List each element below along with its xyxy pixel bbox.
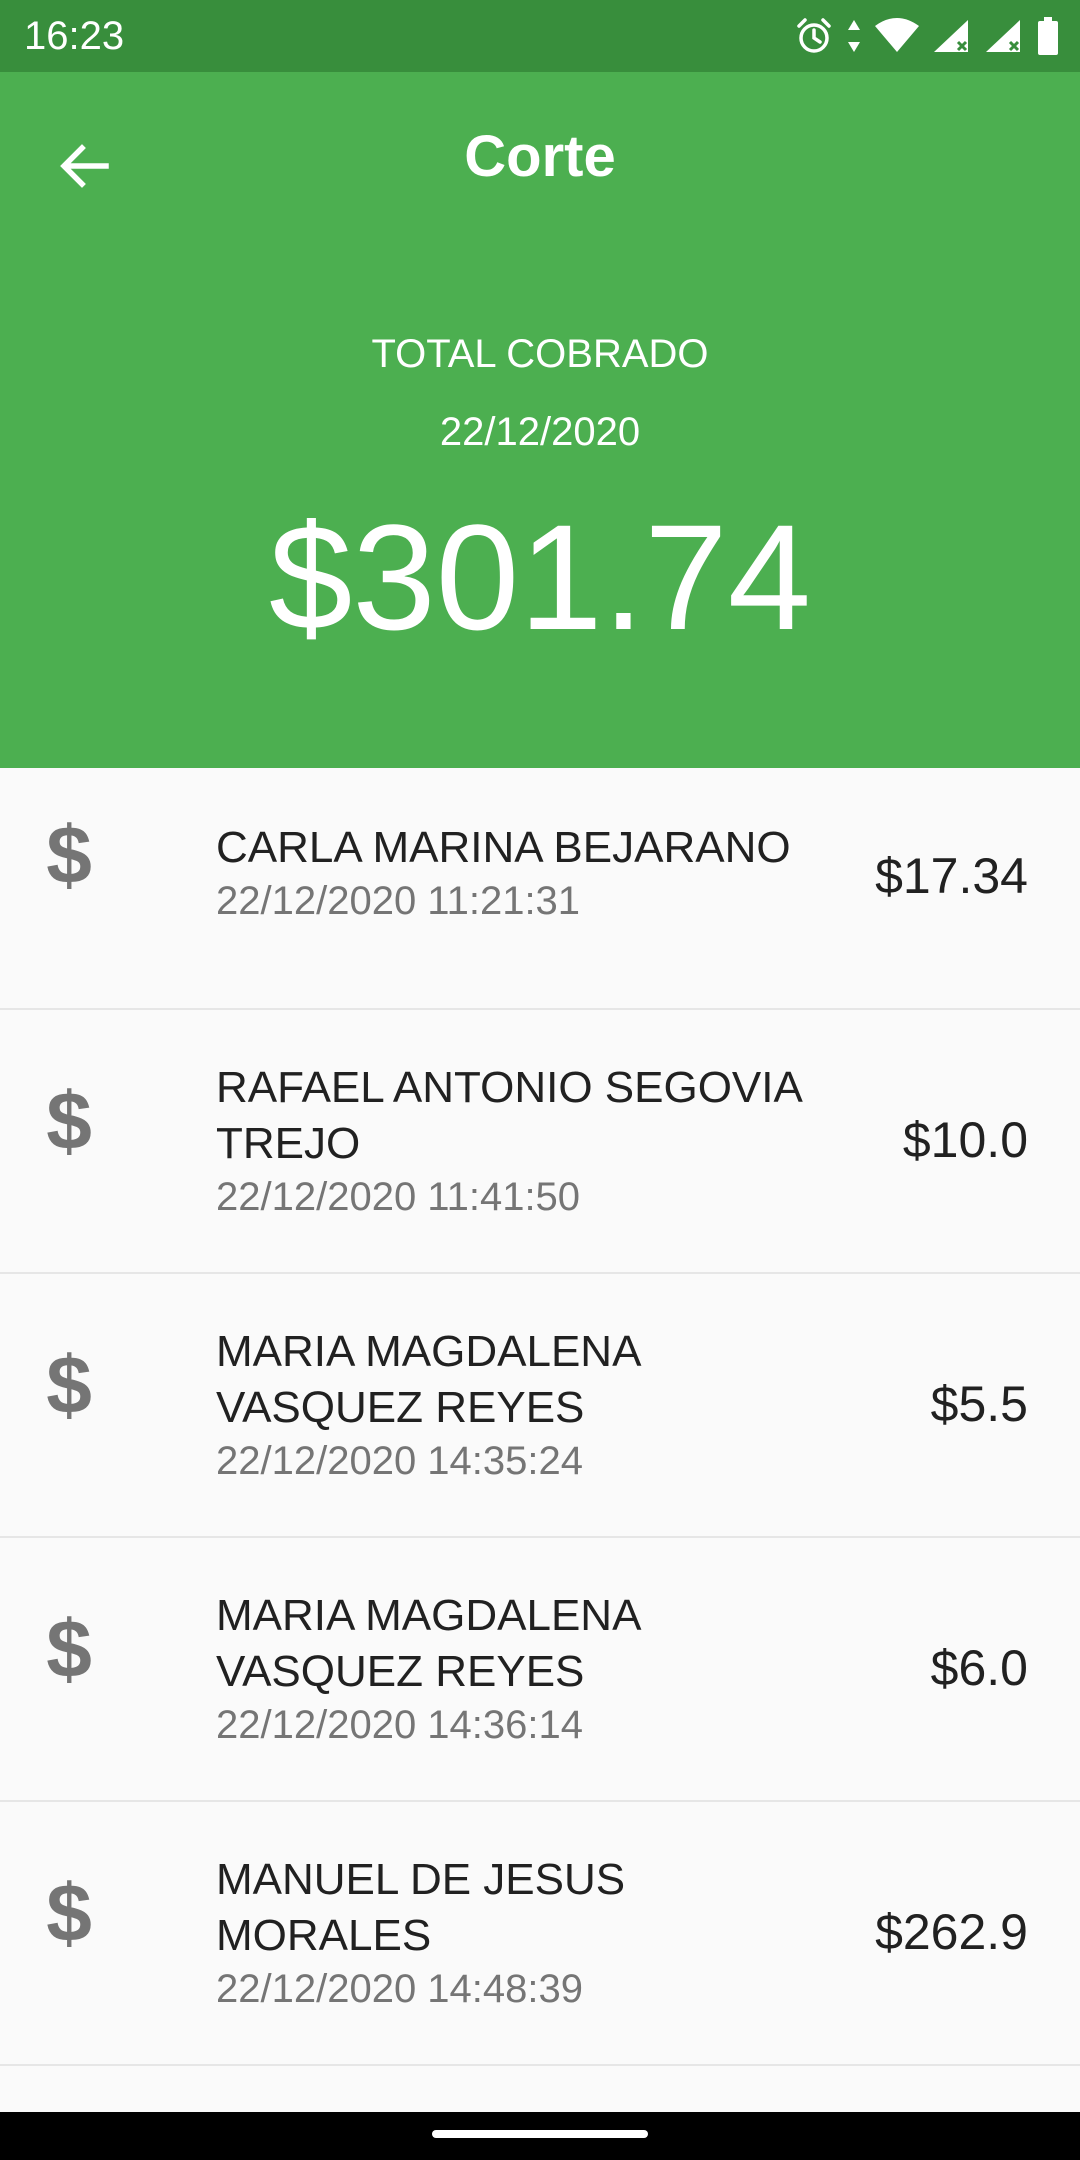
- page-title: Corte: [464, 124, 616, 189]
- signal-icon: [932, 18, 972, 54]
- dollar-icon: $: [46, 1604, 92, 1695]
- payment-amount: $17.34: [875, 848, 1028, 904]
- payment-datetime: 22/12/2020 14:36:14: [216, 1703, 584, 1747]
- home-indicator[interactable]: [432, 2130, 648, 2138]
- list-item[interactable]: $ RAFAEL ANTONIO SEGOVIA TREJO 22/12/202…: [0, 1010, 1080, 1274]
- payment-name: MARIA MAGDALENA VASQUEZ REYES: [216, 1591, 640, 1696]
- alarm-icon: [794, 16, 834, 56]
- total-amount: $301.74: [268, 493, 812, 661]
- payment-datetime: 22/12/2020 14:35:24: [216, 1439, 584, 1483]
- total-date: 22/12/2020: [439, 410, 641, 454]
- payment-amount: $10.0: [902, 1112, 1028, 1168]
- data-arrows-icon: [846, 18, 862, 54]
- list-item[interactable]: $ CARLA MARINA BEJARANO 22/12/2020 11:21…: [0, 768, 1080, 1010]
- dollar-icon: $: [46, 810, 92, 901]
- dollar-icon: $: [46, 1076, 92, 1167]
- payment-datetime: 22/12/2020 11:21:31: [216, 879, 581, 923]
- dollar-icon: $: [46, 1340, 92, 1431]
- header: Corte TOTAL COBRADO 22/12/2020 $301.74: [0, 72, 1080, 768]
- payments-list: $ CARLA MARINA BEJARANO 22/12/2020 11:21…: [0, 768, 1080, 2066]
- navigation-bar: [0, 2112, 1080, 2160]
- list-item[interactable]: $ MARIA MAGDALENA VASQUEZ REYES 22/12/20…: [0, 1274, 1080, 1538]
- battery-icon: [1036, 16, 1060, 56]
- status-bar: 16:23: [0, 0, 1080, 72]
- payment-name: CARLA MARINA BEJARANO: [216, 823, 791, 872]
- status-time: 16:23: [24, 14, 125, 58]
- payment-datetime: 22/12/2020 11:41:50: [216, 1175, 581, 1219]
- list-item[interactable]: $ MANUEL DE JESUS MORALES 22/12/2020 14:…: [0, 1802, 1080, 2066]
- payment-name: RAFAEL ANTONIO SEGOVIA TREJO: [216, 1063, 801, 1168]
- wifi-icon: [874, 18, 920, 54]
- signal-icon: [984, 18, 1024, 54]
- status-icons: [794, 14, 1060, 58]
- payment-amount: $5.5: [930, 1376, 1028, 1432]
- list-item[interactable]: $ MARIA MAGDALENA VASQUEZ REYES 22/12/20…: [0, 1538, 1080, 1802]
- total-label: TOTAL COBRADO: [371, 332, 709, 376]
- dollar-icon: $: [46, 1868, 92, 1959]
- payment-amount: $6.0: [930, 1640, 1028, 1696]
- payment-amount: $262.9: [875, 1904, 1028, 1960]
- payment-datetime: 22/12/2020 14:48:39: [216, 1967, 584, 2011]
- payment-name: MANUEL DE JESUS MORALES: [216, 1855, 626, 1960]
- payment-name: MARIA MAGDALENA VASQUEZ REYES: [216, 1327, 640, 1432]
